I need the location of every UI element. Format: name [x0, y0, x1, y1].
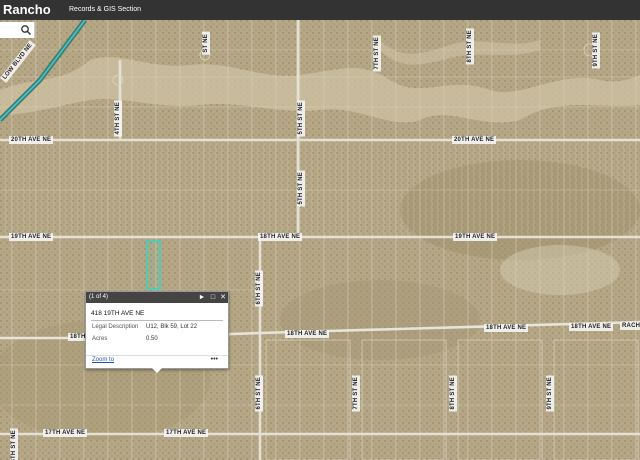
- road-label-6th-st: 6TH ST NE: [255, 375, 263, 412]
- road-label-20th-ave: 20TH AVE NE: [9, 136, 54, 144]
- road-label-rach: RACH: [620, 322, 640, 330]
- search-input[interactable]: [0, 22, 22, 38]
- road-label-18th-ave: 18TH AVE NE: [569, 323, 614, 331]
- maximize-icon[interactable]: □: [209, 293, 217, 302]
- app-header: Rancho Records & GIS Section: [0, 0, 640, 20]
- road-label-3rd-st: 3TH ST NE: [10, 428, 18, 460]
- field-label-legal-description: Legal Description: [92, 324, 139, 330]
- road-label-8th-st: 8TH ST NE: [449, 375, 457, 412]
- road-label-6th-st: 6TH ST NE: [255, 270, 263, 307]
- more-options-icon[interactable]: •••: [211, 356, 218, 363]
- field-value-acres: 0.50: [146, 336, 158, 342]
- road-label-18th-ave: 18TH AVE NE: [484, 324, 529, 332]
- zoom-to-link[interactable]: Zoom to: [92, 357, 114, 363]
- map-canvas[interactable]: 20TH AVE NE 20TH AVE NE 19TH AVE NE 18TH…: [0, 20, 640, 460]
- field-label-acres: Acres: [92, 336, 108, 342]
- search-icon[interactable]: [20, 24, 32, 36]
- popup-feature-count: (1 of 4): [89, 294, 109, 300]
- road-label-9th-st: 9TH ST NE: [546, 375, 554, 412]
- selected-parcel[interactable]: [146, 240, 161, 290]
- road-label-8th-st: 8TH ST NE: [466, 28, 474, 65]
- road-label-19th-ave: 19TH AVE NE: [453, 233, 498, 241]
- road-label-5th-st: 5TH ST NE: [297, 170, 305, 207]
- divider: [86, 355, 228, 356]
- road-label-top-st: ST NE: [202, 32, 210, 55]
- road-label-9th-st: 9TH ST NE: [592, 32, 600, 69]
- next-feature-icon[interactable]: ►: [198, 293, 206, 302]
- close-icon[interactable]: ✕: [219, 293, 227, 302]
- road-label-18th-ave: 18TH AVE NE: [258, 233, 303, 241]
- divider: [91, 320, 223, 321]
- feature-popup: (1 of 4) ► □ ✕ 418 19TH AVE NE Legal Des…: [85, 291, 229, 373]
- aerial-imagery: [0, 20, 640, 460]
- road-label-19th-ave: 19TH AVE NE: [9, 233, 54, 241]
- road-label-18th-ave: 18TH AVE NE: [285, 330, 330, 338]
- road-label-17th-ave: 17TH AVE NE: [43, 429, 88, 437]
- app-title: Rancho: [3, 2, 51, 17]
- popup-title: 418 19TH AVE NE: [91, 310, 145, 317]
- popup-header: (1 of 4) ► □ ✕: [86, 292, 228, 303]
- app-subtitle[interactable]: Records & GIS Section: [69, 4, 141, 16]
- popup-pointer: [152, 368, 162, 373]
- road-label-20th-ave: 20TH AVE NE: [452, 136, 497, 144]
- road-label-4th-st: 4TH ST NE: [114, 100, 122, 137]
- road-label-7th-st: 7TH ST NE: [352, 375, 360, 412]
- road-label-7th-st: 7TH ST NE: [373, 35, 381, 72]
- field-value-legal-description: U12, Blk 59, Lot 22: [146, 324, 198, 330]
- search-box: [0, 22, 35, 38]
- road-label-17th-ave: 17TH AVE NE: [164, 429, 209, 437]
- road-label-5th-st: 5TH ST NE: [297, 100, 305, 137]
